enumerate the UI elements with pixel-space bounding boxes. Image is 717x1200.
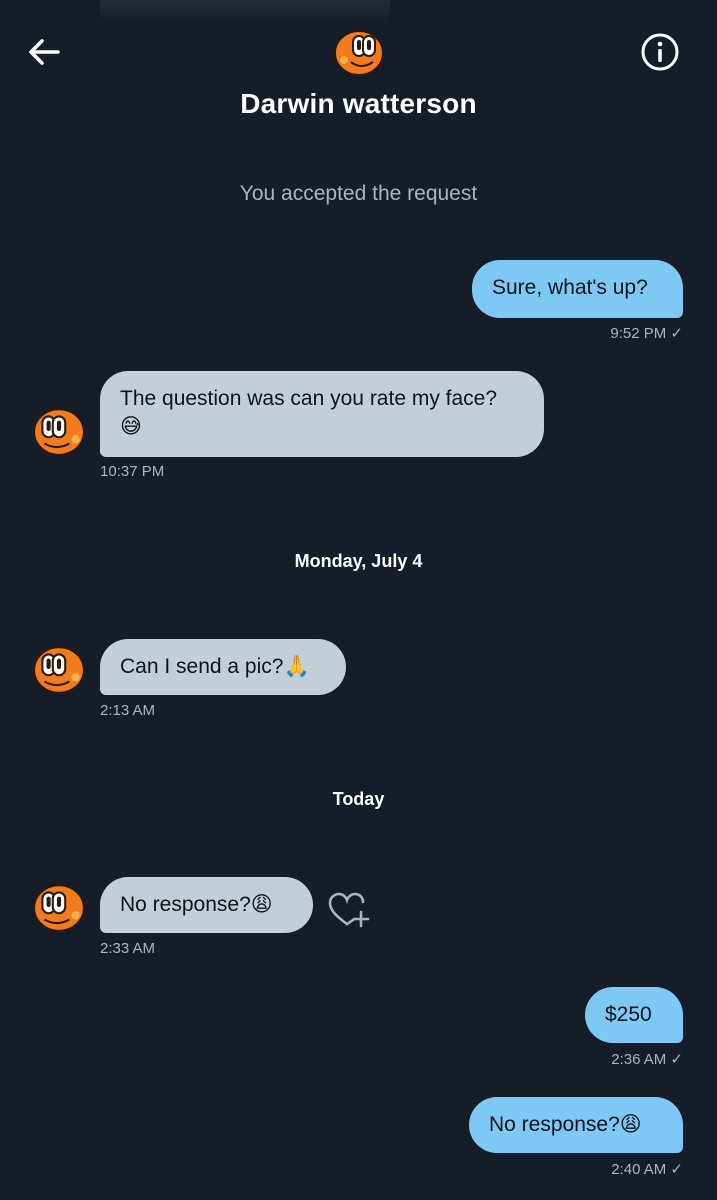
weary-face-emoji: 😩 — [250, 893, 273, 917]
weary-face-emoji: 😩 — [619, 1113, 642, 1137]
info-circle-icon — [641, 33, 679, 71]
message-bubble-incoming[interactable]: The question was can you rate my face? 😅 — [100, 371, 544, 457]
message-text: $250 — [605, 1003, 652, 1026]
heart-plus-icon — [328, 892, 370, 928]
conversation-header: Darwin watterson — [0, 0, 717, 150]
message-timestamp: 2:36 AM ✓ — [611, 1051, 683, 1068]
message-timestamp: 2:33 AM — [100, 940, 156, 957]
message-bubble-incoming[interactable]: No response?😩 — [100, 877, 313, 933]
react-button[interactable] — [326, 890, 372, 932]
message-text: No response? — [489, 1113, 620, 1136]
message-bubble-outgoing[interactable]: Sure, what's up? — [472, 260, 683, 318]
back-button[interactable] — [24, 34, 64, 70]
darwin-avatar[interactable] — [333, 26, 385, 78]
darwin-avatar[interactable] — [32, 404, 86, 458]
darwin-avatar[interactable] — [32, 642, 86, 696]
date-separator: Today — [332, 789, 385, 809]
message-text: The question was can you rate my face? — [120, 387, 498, 410]
info-button[interactable] — [640, 32, 680, 72]
message-timestamp: 2:13 AM — [100, 702, 156, 719]
message-bubble-outgoing[interactable]: No response?😩 — [469, 1097, 683, 1153]
folded-hands-emoji: 🙏 — [283, 655, 310, 679]
message-timestamp: 10:37 PM — [100, 463, 165, 480]
conversation-title: Darwin watterson — [240, 88, 477, 119]
message-text: No response? — [120, 893, 251, 916]
message-timestamp: 9:52 PM ✓ — [610, 325, 683, 342]
message-bubble-outgoing[interactable]: $250 — [585, 987, 683, 1043]
darwin-avatar[interactable] — [32, 880, 86, 934]
message-text: Sure, what's up? — [492, 276, 648, 299]
date-separator: Monday, July 4 — [294, 551, 423, 571]
grinning-sweat-emoji: 😅 — [120, 415, 142, 439]
message-text: Can I send a pic? — [120, 655, 284, 678]
arrow-left-icon — [29, 39, 60, 65]
system-note: You accepted the request — [239, 182, 478, 205]
message-bubble-incoming[interactable]: Can I send a pic?🙏 — [100, 639, 346, 695]
message-timestamp: 2:40 AM ✓ — [611, 1161, 683, 1178]
